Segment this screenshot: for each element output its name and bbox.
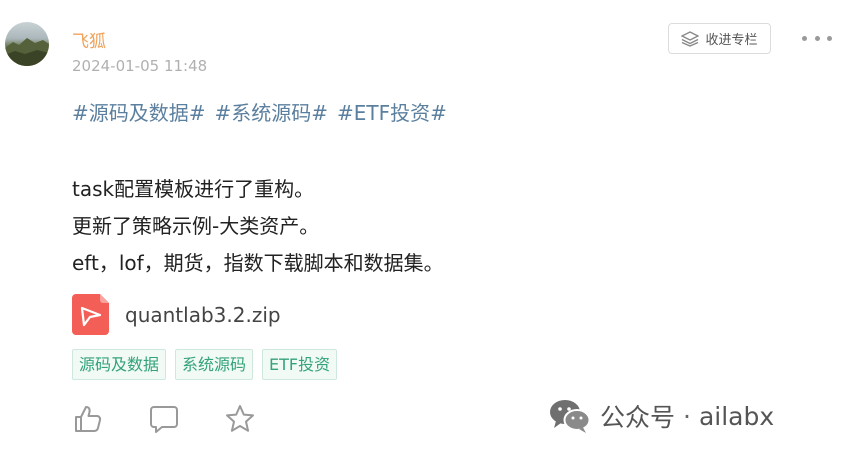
watermark-separator: ·	[683, 401, 691, 431]
watermark-account: ailabx	[698, 401, 775, 431]
more-options-icon[interactable]	[802, 28, 832, 48]
watermark-brand: 公众号	[600, 403, 676, 432]
like-icon[interactable]	[72, 403, 104, 435]
collect-to-column-button[interactable]: 收进专栏	[668, 23, 771, 54]
layers-icon	[681, 30, 700, 47]
hashtag-list: #源码及数据# #系统源码# #ETF投资#	[72, 97, 447, 126]
comment-icon[interactable]	[148, 403, 180, 435]
post-timestamp: 2024-01-05 11:48	[72, 57, 208, 75]
collect-button-label: 收进专栏	[705, 33, 758, 48]
hashtag-etf-investing[interactable]: #ETF投资#	[337, 97, 447, 126]
body-line: eft，lof，期货，指数下载脚本和数据集。	[72, 251, 444, 275]
tag-system-source[interactable]: 系统源码	[175, 349, 254, 380]
hashtag-source-data[interactable]: #源码及数据#	[72, 97, 206, 126]
tag-source-data[interactable]: 源码及数据	[72, 349, 167, 380]
author-name[interactable]: 飞狐	[72, 27, 106, 52]
body-line: 更新了策略示例-大类资产。	[72, 214, 320, 238]
topic-tag-list: 源码及数据 系统源码 ETF投资	[72, 349, 338, 380]
attachment-file-name: quantlab3.2.zip	[125, 302, 281, 327]
post-body: task配置模板进行了重构。 更新了策略示例-大类资产。 eft，lof，期货，…	[72, 171, 444, 282]
hashtag-system-source[interactable]: #系统源码#	[215, 97, 329, 126]
attachment-file[interactable]: quantlab3.2.zip	[72, 294, 281, 335]
post-actions	[72, 403, 256, 435]
pdf-file-icon	[72, 294, 109, 335]
body-line: task配置模板进行了重构。	[72, 177, 315, 201]
star-icon[interactable]	[224, 403, 256, 435]
author-avatar[interactable]	[5, 22, 49, 66]
tag-etf-investing[interactable]: ETF投资	[262, 349, 338, 380]
wechat-watermark: 公众号 · ailabx	[548, 398, 774, 434]
wechat-icon	[550, 400, 591, 433]
